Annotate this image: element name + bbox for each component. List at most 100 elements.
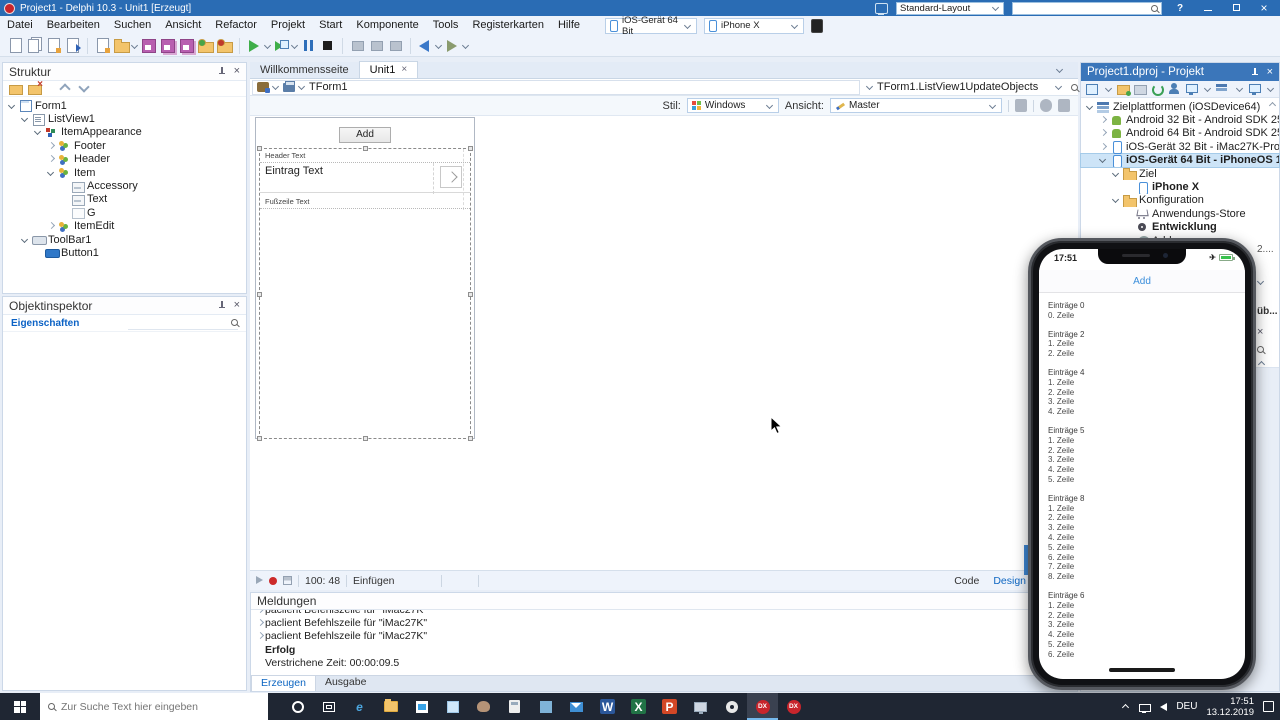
user-icon[interactable]	[1168, 83, 1181, 95]
menu-ansicht[interactable]: Ansicht	[158, 16, 208, 35]
chevron-down-icon[interactable]	[264, 42, 272, 50]
resize-handle[interactable]	[257, 436, 262, 441]
chevron-closed-icon[interactable]	[46, 154, 56, 164]
new-unit-icon[interactable]	[7, 37, 24, 54]
taskbar-app-remote-desktop[interactable]	[685, 693, 716, 720]
close-icon[interactable]	[234, 301, 240, 310]
message-row[interactable]: paclient Befehlszeile für "iMac27K"	[255, 630, 1077, 643]
chevron-closed-icon[interactable]	[1098, 128, 1108, 138]
message-row[interactable]: Erfolg	[255, 643, 1077, 656]
view-select[interactable]: Master	[830, 98, 1002, 113]
phone-list-item[interactable]: 1. Zeile	[1048, 601, 1245, 611]
phone-list-item[interactable]: 3. Zeile	[1048, 523, 1245, 533]
rotate-device-icon[interactable]	[811, 18, 823, 33]
chevron-closed-icon[interactable]	[255, 610, 265, 615]
phone-list-item[interactable]: 4. Zeile	[1048, 533, 1245, 543]
menu-start[interactable]: Start	[312, 16, 349, 35]
refresh-icon[interactable]	[1151, 83, 1164, 96]
structure-item-form1[interactable]: Form1	[3, 99, 246, 113]
device-button[interactable]	[1058, 99, 1070, 112]
menu-hilfe[interactable]: Hilfe	[551, 16, 587, 35]
taskbar-app-store[interactable]	[406, 693, 437, 720]
messages-tab-ausgabe[interactable]: Ausgabe	[316, 675, 375, 691]
phone-list-item[interactable]: 0. Zeile	[1048, 311, 1245, 321]
save-icon[interactable]	[140, 37, 157, 54]
phone-list-item[interactable]: 2. Zeile	[1048, 513, 1245, 523]
target-platform-select[interactable]: iOS-Gerät 64 Bit	[605, 15, 697, 37]
phone-list-item[interactable]: 1. Zeile	[1048, 378, 1245, 388]
clock[interactable]: 17:51 13.12.2019	[1206, 696, 1254, 718]
add-folder-icon[interactable]	[1116, 83, 1131, 96]
phone-list-item[interactable]: 6. Zeile	[1048, 553, 1245, 563]
close-button[interactable]	[1254, 1, 1274, 15]
chevron-closed-icon[interactable]	[1098, 142, 1108, 152]
language-indicator[interactable]: DEU	[1176, 701, 1197, 712]
chevron-down-icon[interactable]	[291, 42, 299, 50]
maximize-button[interactable]	[1226, 3, 1246, 14]
taskbar-app-calculator[interactable]	[499, 693, 530, 720]
inspector-search-input[interactable]	[128, 317, 238, 330]
folder-icon[interactable]	[1133, 83, 1147, 95]
chevron-down-icon[interactable]	[131, 42, 139, 50]
tab-design[interactable]: Design	[993, 575, 1026, 587]
taskbar-app-word[interactable]: W	[592, 693, 623, 720]
form-canvas[interactable]: Add Header Text Eintrag Text Fußzeile Te…	[255, 117, 475, 441]
close-icon[interactable]	[1267, 68, 1273, 77]
navigate-forward-icon[interactable]	[444, 37, 461, 54]
help-button[interactable]	[1170, 3, 1190, 14]
taskbar-search-input[interactable]	[61, 700, 241, 713]
grid-icon[interactable]	[283, 576, 292, 585]
structure-item-g[interactable]: G	[3, 206, 246, 220]
taskbar-app-mail[interactable]	[561, 693, 592, 720]
tab-list-chevron-icon[interactable]	[1056, 66, 1064, 74]
trace-into-icon[interactable]	[349, 37, 366, 54]
chevron-open-icon[interactable]	[1098, 155, 1108, 165]
chevron-open-icon[interactable]	[1111, 169, 1121, 179]
phone-list-item[interactable]: 7. Zeile	[1048, 562, 1245, 572]
taskbar-search[interactable]	[40, 693, 268, 720]
structure-item-accessory[interactable]: Accessory	[3, 179, 246, 193]
menu-datei[interactable]: Datei	[0, 16, 40, 35]
taskbar-app-settings[interactable]	[716, 693, 747, 720]
search-icon[interactable]	[1071, 83, 1078, 91]
run-icon[interactable]	[246, 37, 263, 54]
phone-list-item[interactable]: 2. Zeile	[1048, 611, 1245, 621]
menu-komponente[interactable]: Komponente	[349, 16, 425, 35]
project-item-entwicklung[interactable]: Entwicklung	[1081, 221, 1279, 234]
chevron-down-icon[interactable]	[435, 42, 443, 50]
menu-registerkarten[interactable]: Registerkarten	[465, 16, 551, 35]
structure-item-header[interactable]: Header	[3, 153, 246, 166]
delete-item-icon[interactable]	[28, 79, 43, 95]
pin-icon[interactable]	[217, 67, 226, 76]
taskbar-app-photos[interactable]	[530, 693, 561, 720]
project-item-iphone-x[interactable]: iPhone X	[1081, 180, 1279, 194]
close-icon[interactable]	[234, 67, 240, 76]
step-over-icon[interactable]	[368, 37, 385, 54]
save-as-icon[interactable]	[159, 37, 176, 54]
resize-handle[interactable]	[468, 436, 473, 441]
style-select[interactable]: Windows	[686, 98, 779, 113]
project-item-zielplattformen-iosdevice64[interactable]: Zielplattformen (iOSDevice64)	[1081, 100, 1279, 113]
project-item-anwendungs-store[interactable]: Anwendungs-Store	[1081, 207, 1279, 220]
resize-handle[interactable]	[468, 292, 473, 297]
tab-unit1[interactable]: Unit1	[358, 61, 419, 78]
resize-handle[interactable]	[257, 146, 262, 151]
chevron-open-icon[interactable]	[46, 168, 56, 178]
monitor-icon[interactable]	[1248, 83, 1261, 95]
phone-list-item[interactable]: 1. Zeile	[1048, 339, 1245, 349]
open-multiple-icon[interactable]	[26, 37, 43, 54]
start-button[interactable]	[0, 693, 40, 720]
menu-suchen[interactable]: Suchen	[107, 16, 158, 35]
taskbar-app-file-explorer[interactable]	[375, 693, 406, 720]
structure-item-listview1[interactable]: ListView1	[3, 112, 246, 126]
chevron-open-icon[interactable]	[1085, 102, 1095, 112]
resize-handle[interactable]	[468, 146, 473, 151]
phone-list-item[interactable]: 1. Zeile	[1048, 436, 1245, 446]
pin-icon[interactable]	[217, 301, 226, 310]
chevron-closed-icon[interactable]	[46, 141, 56, 151]
tray-chevron-up-icon[interactable]	[1121, 702, 1130, 711]
chevron-open-icon[interactable]	[20, 114, 30, 124]
phone-list-item[interactable]: 3. Zeile	[1048, 397, 1245, 407]
phone-list-item[interactable]: 2. Zeile	[1048, 388, 1245, 398]
project-item-android-32-bit-android-sdk-25-2-5-3[interactable]: Android 32 Bit - Android SDK 25.2.5 3...	[1081, 113, 1279, 126]
